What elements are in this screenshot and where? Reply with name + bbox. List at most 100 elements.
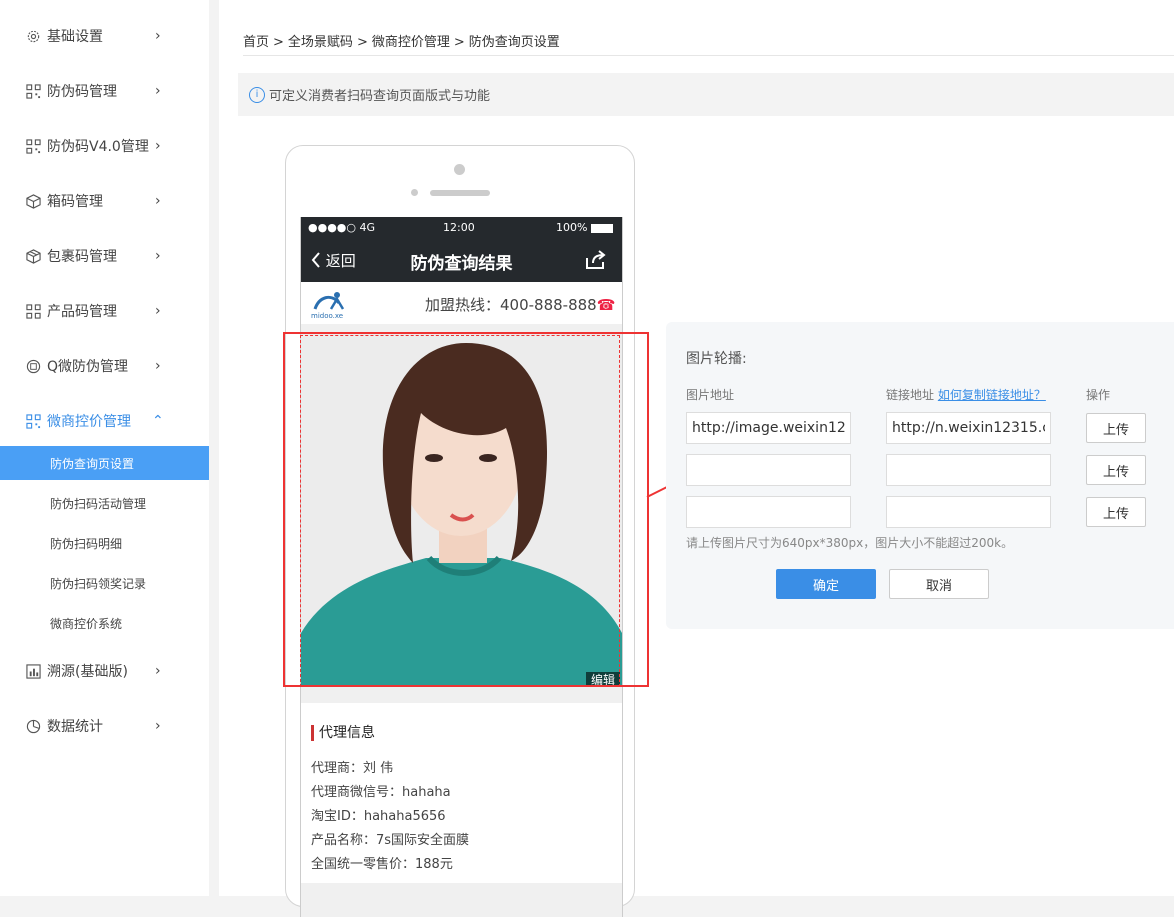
qrcode-icon — [25, 413, 41, 429]
sidebar-item-label: Q微防伪管理 — [47, 359, 129, 375]
link-url-input-3[interactable] — [886, 496, 1051, 528]
status-time: 12:00 — [443, 221, 475, 234]
retail-price: 全国统一零售价：188元 — [311, 857, 453, 872]
breadcrumb-separator: > — [356, 35, 368, 50]
qrcode-icon — [25, 83, 41, 99]
signal-indicator: ●●●●○ 4G — [308, 221, 376, 234]
qrcode-icon — [25, 138, 41, 154]
chart-icon — [25, 663, 41, 679]
phone-camera — [454, 164, 465, 175]
sidebar-item-product-code[interactable]: 产品码管理 › — [0, 296, 209, 326]
chevron-right-icon: › — [155, 138, 161, 154]
sidebar-subitem-price-system[interactable]: 微商控价系统 — [0, 606, 209, 640]
agent-name: 代理商：刘 伟 — [311, 761, 394, 776]
chevron-right-icon: › — [155, 248, 161, 264]
battery-percent: 100% — [556, 221, 588, 234]
agent-wechat: 代理商微信号：hahaha — [311, 785, 451, 800]
hotline: 加盟热线：400-888-888☎ — [425, 294, 615, 315]
highlight-box — [283, 332, 649, 687]
sidebar-subitem-scan-details[interactable]: 防伪扫码明细 — [0, 526, 209, 560]
chevron-right-icon: › — [155, 193, 161, 209]
chevron-right-icon: › — [155, 303, 161, 319]
phone-icon: ☎ — [596, 296, 616, 314]
divider — [243, 55, 1174, 56]
sidebar-item-label: 防伪码V4.0管理 — [47, 139, 149, 155]
link-url-input-1[interactable] — [886, 412, 1051, 444]
link-url-input-2[interactable] — [886, 454, 1051, 486]
agent-info-section: 代理信息 代理商：刘 伟 代理商微信号：hahaha 淘宝ID：hahaha56… — [301, 703, 622, 883]
info-notice: i 可定义消费者扫码查询页面版式与功能 — [238, 73, 1174, 116]
chevron-right-icon: › — [155, 663, 161, 679]
chevron-up-icon: ⌃ — [152, 413, 164, 429]
sidebar-subitem-query-page-settings[interactable]: 防伪查询页设置 — [0, 446, 209, 480]
grid-icon — [25, 303, 41, 319]
sidebar-item-traceability[interactable]: 溯源(基础版) › — [0, 656, 209, 686]
chevron-right-icon: › — [155, 718, 161, 734]
pie-icon — [25, 718, 41, 734]
column-operation: 操作 — [1086, 388, 1111, 402]
sidebar-item-label: 微商控价管理 — [47, 414, 131, 430]
phone-page-title: 防伪查询结果 — [410, 254, 513, 274]
cancel-button[interactable]: 取消 — [889, 569, 989, 599]
sidebar-item-package-code[interactable]: 包裹码管理 › — [0, 241, 209, 271]
upload-hint: 请上传图片尺寸为640px*380px，图片大小不能超过200k。 — [686, 536, 1014, 550]
sidebar: 基础设置 › 防伪码管理 › 防伪码V4.0管理 › 箱码管理 › 包裹码管理 … — [0, 0, 209, 896]
sidebar-item-label: 包裹码管理 — [47, 249, 117, 265]
phone-title-bar: 返回 防伪查询结果 — [301, 239, 622, 282]
sidebar-item-basic-settings[interactable]: 基础设置 › — [0, 21, 209, 51]
panel-title: 图片轮播: — [686, 351, 747, 367]
sidebar-item-box-code[interactable]: 箱码管理 › — [0, 186, 209, 216]
sidebar-item-label: 数据统计 — [47, 719, 103, 735]
column-image-url: 图片地址 — [686, 388, 735, 402]
product-name: 产品名称：7s国际安全面膜 — [311, 833, 470, 848]
sidebar-item-label: 溯源(基础版) — [47, 664, 128, 680]
phone-speaker — [430, 190, 490, 196]
sidebar-subitem-label: 防伪扫码明细 — [50, 536, 123, 551]
sidebar-subitem-scan-activity[interactable]: 防伪扫码活动管理 — [0, 486, 209, 520]
brand-logo-text: midoo.xe — [311, 312, 344, 320]
sidebar-subitem-prize-records[interactable]: 防伪扫码领奖记录 — [0, 566, 209, 600]
image-url-input-2[interactable] — [686, 454, 851, 486]
sidebar-item-statistics[interactable]: 数据统计 › — [0, 711, 209, 741]
image-url-input-1[interactable] — [686, 412, 851, 444]
package-icon — [25, 248, 41, 264]
confirm-button[interactable]: 确定 — [776, 569, 876, 599]
column-link-url: 链接地址 如何复制链接地址？ — [886, 386, 1046, 403]
brand-bar: midoo.xe 加盟热线：400-888-888☎ — [301, 282, 622, 324]
breadcrumb-separator: > — [273, 35, 284, 50]
breadcrumb-scene-coding[interactable]: 全场景赋码 — [288, 35, 353, 50]
battery-icon — [591, 224, 613, 233]
sidebar-item-q-weifang[interactable]: Q微防伪管理 › — [0, 351, 209, 381]
sidebar-subitem-label: 微商控价系统 — [50, 616, 123, 631]
chevron-right-icon: › — [155, 28, 161, 44]
carousel-settings-panel: 图片轮播: 图片地址 链接地址 如何复制链接地址？ 操作 上传 上传 上传 请上… — [666, 322, 1174, 629]
phone-sensor — [411, 189, 418, 196]
badge-icon — [25, 358, 41, 374]
sidebar-subitem-label: 防伪扫码领奖记录 — [50, 576, 147, 591]
copy-link-help-link[interactable]: 如何复制链接地址？ — [938, 388, 1046, 402]
sidebar-item-label: 防伪码管理 — [47, 84, 117, 100]
upload-button-1[interactable]: 上传 — [1086, 413, 1146, 443]
breadcrumb-current: 防伪查询页设置 — [468, 35, 560, 50]
sidebar-item-weishang-price[interactable]: 微商控价管理 ⌃ — [0, 406, 209, 436]
sidebar-subitem-label: 防伪查询页设置 — [50, 456, 135, 471]
image-url-input-3[interactable] — [686, 496, 851, 528]
sidebar-item-anti-fake-code[interactable]: 防伪码管理 › — [0, 76, 209, 106]
gear-icon — [25, 28, 41, 44]
sidebar-item-label: 产品码管理 — [47, 304, 117, 320]
upload-button-2[interactable]: 上传 — [1086, 455, 1146, 485]
chevron-right-icon: › — [155, 358, 161, 374]
breadcrumb-weishang[interactable]: 微商控价管理 — [372, 35, 450, 50]
chevron-right-icon: › — [155, 83, 161, 99]
breadcrumb: 首页 > 全场景赋码 > 微商控价管理 > 防伪查询页设置 — [243, 31, 560, 50]
box-icon — [25, 193, 41, 209]
upload-button-3[interactable]: 上传 — [1086, 497, 1146, 527]
taobao-id: 淘宝ID：hahaha5656 — [311, 809, 446, 824]
breadcrumb-home[interactable]: 首页 — [243, 35, 269, 50]
status-bar: ●●●●○ 4G 12:00 100% — [301, 217, 622, 239]
sidebar-item-anti-fake-v4[interactable]: 防伪码V4.0管理 › — [0, 131, 209, 161]
hotline-text: 加盟热线：400-888-888 — [425, 296, 597, 314]
share-icon[interactable] — [585, 250, 607, 270]
column-link-label: 链接地址 — [886, 388, 935, 402]
info-icon: i — [249, 86, 265, 103]
